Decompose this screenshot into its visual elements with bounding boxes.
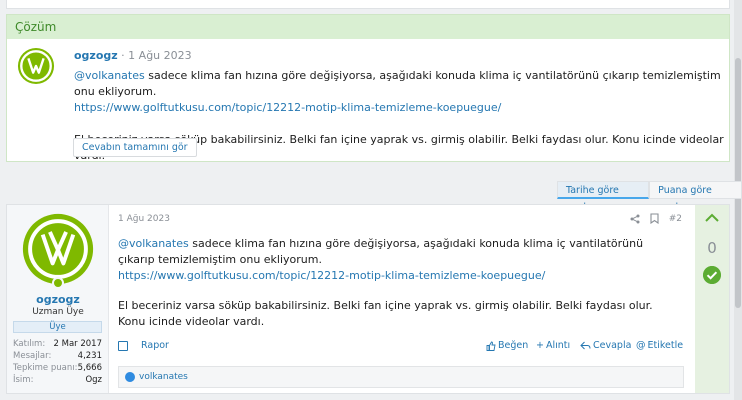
stat-joined: Katılım: 2 Mar 2017 [13, 339, 102, 349]
online-status-icon [52, 277, 64, 289]
post-text-1: sadece klima fan hızına göre değişiyorsa… [118, 237, 644, 266]
stat-messages: Mesajlar: 4,231 [13, 351, 102, 361]
vw-avatar-icon[interactable] [17, 47, 55, 85]
user-info-column: ogzogz Uzman Üye Üye Katılım: 2 Mar 2017 … [7, 205, 109, 393]
post-footer: Rapor Beğen + Alıntı Cevapla @ Etiketle [118, 339, 684, 355]
like-button[interactable]: Beğen [486, 340, 528, 351]
solution-date[interactable]: 1 Ağu 2023 [128, 49, 191, 62]
post-text-2: El beceriniz varsa söküp bakabilirsiniz.… [118, 299, 653, 328]
stat-value: 4,231 [77, 351, 102, 361]
vw-avatar-icon[interactable] [22, 213, 94, 285]
quote-button[interactable]: + Alıntı [536, 340, 570, 351]
share-icon[interactable] [630, 214, 640, 224]
sort-tabs: Tarihe göre sırala Puana göre sırala [557, 181, 742, 213]
stat-value: 5,666 [77, 363, 102, 373]
upvote-chevron-icon[interactable] [704, 213, 720, 223]
select-checkbox[interactable] [118, 341, 128, 351]
at-icon: @ [636, 340, 646, 351]
previous-post-remnant [6, 0, 730, 9]
tag-button[interactable]: @ Etiketle [636, 340, 683, 351]
reply-button[interactable]: Cevapla [580, 340, 631, 351]
user-title: Uzman Üye [32, 307, 84, 317]
like-label: Beğen [498, 340, 529, 351]
solution-meta: ogzogz · 1 Ağu 2023 [74, 49, 192, 62]
post-number[interactable]: #2 [669, 214, 682, 224]
reply-arrow-icon [580, 341, 591, 350]
thumbs-up-icon [486, 341, 496, 351]
stat-value: Ogz [85, 375, 102, 385]
report-link[interactable]: Rapor [141, 340, 169, 351]
post-main: 1 Ağu 2023 #2 @volkanates sadece klima f… [110, 205, 690, 393]
stat-label: Tepkime puanı: [13, 363, 78, 373]
stat-reaction-score: Tepkime puanı: 5,666 [13, 363, 102, 373]
stat-name: İsim: Ogz [13, 375, 102, 385]
vote-count: 0 [707, 239, 717, 257]
tab-sort-by-date[interactable]: Tarihe göre sırala [557, 181, 650, 213]
expand-answer-button[interactable]: Cevabın tamamını gör [73, 138, 197, 157]
solution-box: Çözüm ogzogz · 1 Ağu 2023 @volkanates sa… [6, 14, 730, 162]
solution-header: Çözüm [7, 15, 729, 39]
solution-check-icon [703, 266, 721, 284]
post-header-actions: #2 [630, 213, 682, 224]
mention-link[interactable]: @volkanates [74, 69, 145, 82]
vote-column: 0 [695, 205, 729, 393]
meta-separator: · [121, 49, 125, 62]
quote-label: Alıntı [545, 340, 571, 351]
post-date[interactable]: 1 Ağu 2023 [118, 214, 170, 224]
like-reaction-icon [125, 372, 135, 382]
post-line1: @volkanates sadece klima fan hızına göre… [118, 236, 678, 268]
post-username[interactable]: ogzogz [7, 293, 109, 306]
tab-sort-by-score[interactable]: Puana göre sırala [649, 181, 742, 213]
user-badge: Üye [13, 321, 102, 333]
solution-text-1: sadece klima fan hızına göre değişiyorsa… [74, 69, 721, 98]
mention-link[interactable]: @volkanates [118, 237, 189, 250]
reactions-bar[interactable]: volkanates [118, 366, 684, 388]
external-link[interactable]: https://www.golftutkusu.com/topic/12212-… [118, 269, 545, 282]
scrollbar-track[interactable] [734, 0, 742, 400]
post-body: @volkanates sadece klima fan hızına göre… [118, 236, 678, 330]
stat-label: Katılım: [13, 339, 46, 349]
stat-label: Mesajlar: [13, 351, 52, 361]
reply-label: Cevapla [593, 340, 632, 351]
reaction-user[interactable]: volkanates [139, 367, 188, 387]
tag-label: Etiketle [647, 340, 684, 351]
post: ogzogz Uzman Üye Üye Katılım: 2 Mar 2017 … [6, 204, 730, 394]
post-link-line: https://www.golftutkusu.com/topic/12212-… [118, 268, 678, 284]
external-link[interactable]: https://www.golftutkusu.com/topic/12212-… [74, 101, 501, 114]
stat-value: 2 Mar 2017 [53, 339, 102, 349]
plus-icon: + [536, 340, 544, 351]
solution-username[interactable]: ogzogz [74, 49, 118, 62]
stat-label: İsim: [13, 375, 34, 385]
solution-line1: @volkanates sadece klima fan hızına göre… [74, 68, 724, 100]
bookmark-icon[interactable] [650, 213, 659, 224]
solution-link-line: https://www.golftutkusu.com/topic/12212-… [74, 100, 724, 116]
